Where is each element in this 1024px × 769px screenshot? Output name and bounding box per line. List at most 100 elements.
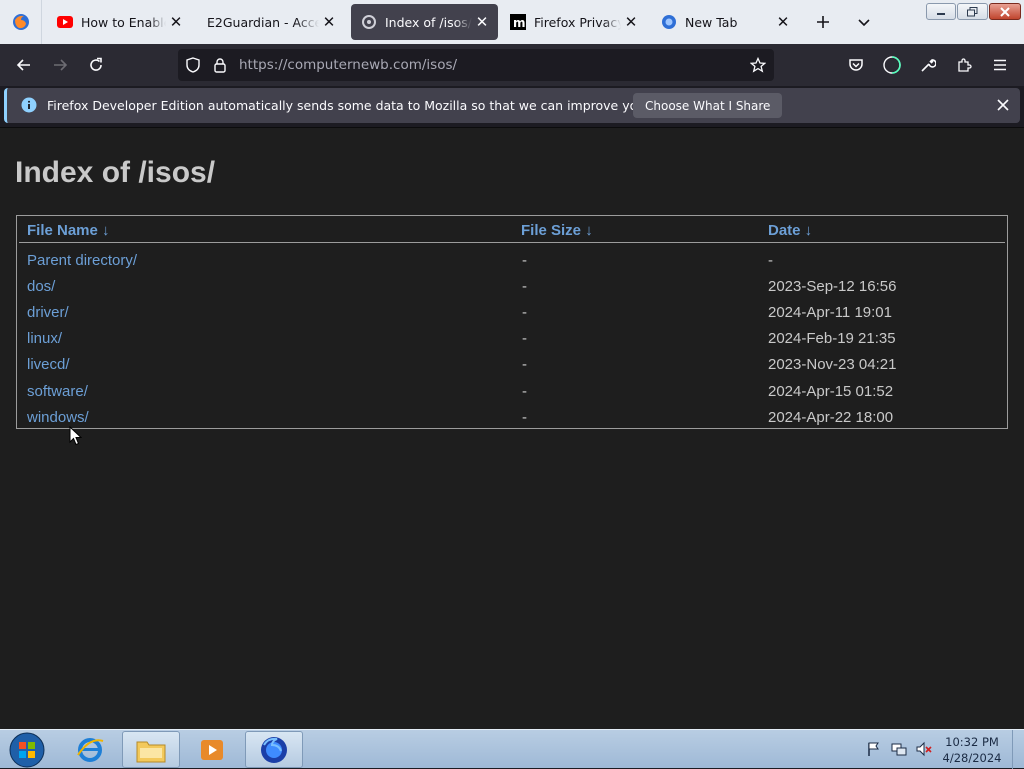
close-icon[interactable]: ✕: [621, 12, 641, 32]
address-bar[interactable]: https://computernewb.com/isos/: [178, 49, 774, 81]
forward-button[interactable]: [46, 51, 74, 79]
close-icon[interactable]: ✕: [166, 12, 186, 32]
tab-title: How to Enable Ae: [81, 14, 166, 30]
column-header-date[interactable]: Date ↓: [768, 222, 812, 239]
url-host: https://computernewb.com: [239, 57, 422, 73]
data-collection-notification: Firefox Developer Edition automatically …: [4, 88, 1020, 123]
developer-tools-button[interactable]: [914, 51, 942, 79]
tab-new-tab[interactable]: New Tab ✕: [651, 4, 799, 40]
reload-icon: [90, 57, 102, 71]
column-header-file-size[interactable]: File Size ↓: [521, 222, 593, 239]
file-link[interactable]: windows/: [27, 409, 89, 426]
tracking-protection-shield-icon[interactable]: [185, 57, 201, 73]
taskbar-firefox[interactable]: [245, 731, 303, 768]
choose-what-i-share-button[interactable]: Choose What I Share: [633, 93, 783, 118]
tab-title: Firefox Privacy No: [534, 14, 621, 30]
bookmark-star-icon[interactable]: [750, 57, 766, 73]
account-button[interactable]: [878, 51, 906, 79]
file-date: 2024-Apr-11 19:01: [768, 304, 892, 321]
file-size: -: [522, 330, 527, 347]
table-row: driver/ - 2024-Apr-11 19:01: [17, 298, 1007, 324]
system-clock[interactable]: 10:32 PM 4/28/2024: [940, 734, 1004, 766]
start-button[interactable]: [6, 731, 48, 768]
svg-text:m: m: [513, 16, 526, 30]
table-row: dos/ - 2023-Sep-12 16:56: [17, 272, 1007, 298]
tab-title: E2Guardian - Access D: [207, 14, 319, 30]
taskbar-file-explorer[interactable]: [122, 731, 180, 768]
file-link[interactable]: linux/: [27, 330, 62, 347]
directory-icon: [362, 15, 376, 29]
file-date: -: [768, 252, 773, 269]
firefox-icon: [261, 736, 287, 763]
tab-firefox-privacy[interactable]: m Firefox Privacy No ✕: [500, 4, 647, 40]
arrow-right-icon: [54, 59, 68, 71]
url-text[interactable]: https://computernewb.com/isos/: [239, 57, 457, 73]
show-desktop-button[interactable]: [1012, 730, 1024, 769]
firefox-view-button[interactable]: [0, 0, 42, 44]
reload-button[interactable]: [82, 51, 110, 79]
restore-button[interactable]: [957, 3, 988, 20]
table-row: windows/ - 2024-Apr-22 18:00: [17, 403, 1007, 429]
close-icon[interactable]: [997, 99, 1009, 111]
header-divider: [19, 242, 1005, 243]
table-row: software/ - 2024-Apr-15 01:52: [17, 377, 1007, 403]
volume-muted-icon[interactable]: [916, 741, 932, 757]
file-size: -: [522, 356, 527, 373]
arrow-left-icon: [16, 59, 30, 71]
tab-strip: How to Enable Ae ✕ E2Guardian - Access D…: [0, 0, 1024, 44]
network-icon[interactable]: [891, 741, 907, 757]
lock-icon[interactable]: [213, 57, 227, 73]
close-icon[interactable]: ✕: [319, 12, 339, 32]
file-date: 2023-Nov-23 04:21: [768, 356, 897, 373]
new-tab-button[interactable]: [811, 10, 835, 34]
taskbar-media-player[interactable]: [183, 731, 241, 768]
file-link[interactable]: software/: [27, 383, 88, 400]
restore-icon: [967, 6, 978, 16]
tab-title: New Tab: [685, 14, 738, 30]
account-icon: [883, 56, 901, 74]
file-link[interactable]: dos/: [27, 278, 55, 295]
back-button[interactable]: [10, 51, 38, 79]
tab-index-isos[interactable]: Index of /isos/ ✕: [351, 4, 498, 40]
extensions-button[interactable]: [950, 51, 978, 79]
wrench-icon: [921, 59, 936, 72]
mouse-cursor-icon: [69, 426, 82, 446]
file-date: 2024-Apr-15 01:52: [768, 383, 894, 400]
list-all-tabs-button[interactable]: [852, 10, 876, 34]
app-menu-button[interactable]: [986, 51, 1014, 79]
pocket-button[interactable]: [842, 51, 870, 79]
window-close-button[interactable]: [989, 3, 1021, 20]
firefox-icon: [662, 15, 676, 29]
windows-logo-icon: [9, 732, 45, 767]
file-date: 2023-Sep-12 16:56: [768, 278, 897, 295]
file-link[interactable]: Parent directory/: [27, 252, 137, 269]
file-size: -: [522, 383, 527, 400]
close-icon[interactable]: ✕: [472, 12, 492, 32]
table-row: livecd/ - 2023-Nov-23 04:21: [17, 350, 1007, 376]
internet-explorer-icon: [77, 737, 104, 762]
folder-icon: [136, 741, 166, 762]
puzzle-icon: [958, 58, 972, 72]
close-icon: [1000, 6, 1010, 17]
tab-e2guardian[interactable]: E2Guardian - Access D ✕: [197, 4, 345, 40]
notification-text: Firefox Developer Edition automatically …: [47, 98, 728, 113]
minimize-button[interactable]: [926, 3, 956, 20]
close-icon[interactable]: ✕: [773, 12, 793, 32]
tab-youtube[interactable]: How to Enable Ae ✕: [47, 4, 192, 40]
clock-time: 10:32 PM: [945, 735, 999, 749]
minimize-icon: [937, 12, 945, 15]
file-link[interactable]: livecd/: [27, 356, 70, 373]
directory-listing-table: File Name ↓ File Size ↓ Date ↓ Parent di…: [16, 215, 1008, 429]
windows-taskbar: 10:32 PM 4/28/2024: [0, 729, 1024, 769]
action-center-flag-icon[interactable]: [866, 741, 882, 757]
pocket-icon: [849, 59, 863, 71]
taskbar-internet-explorer[interactable]: [61, 731, 119, 768]
file-date: 2024-Apr-22 18:00: [768, 409, 894, 426]
file-size: -: [522, 409, 527, 426]
youtube-icon: [57, 16, 73, 28]
table-row: Parent directory/ - -: [17, 246, 1007, 272]
table-row: linux/ - 2024-Feb-19 21:35: [17, 324, 1007, 350]
column-header-file-name[interactable]: File Name ↓: [27, 222, 110, 239]
hamburger-menu-icon: [994, 59, 1006, 71]
file-link[interactable]: driver/: [27, 304, 69, 321]
